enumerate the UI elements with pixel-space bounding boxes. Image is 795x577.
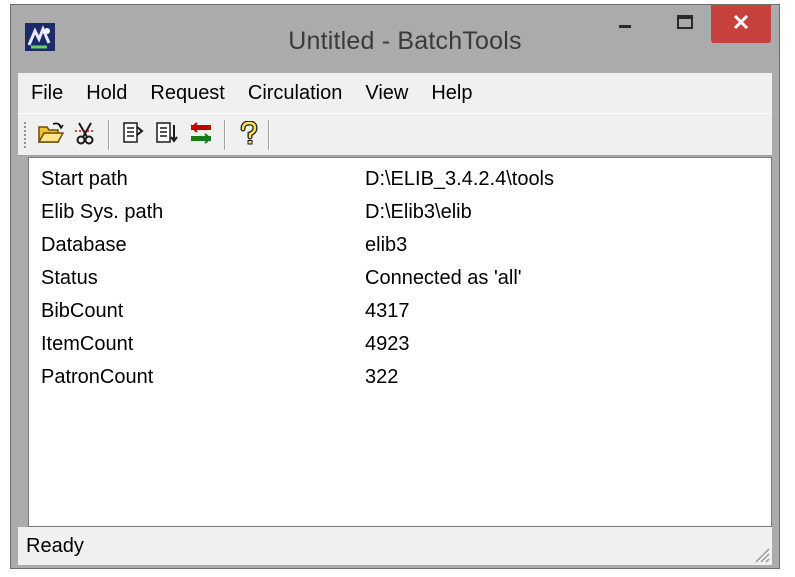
info-row-status: Status Connected as 'all' [29,267,771,299]
close-icon [732,13,750,36]
info-value: D:\Elib3\elib [365,201,472,223]
info-label: Start path [41,168,128,190]
info-value: 4317 [365,300,410,322]
info-value: 322 [365,366,399,388]
info-row-elib-sys-path: Elib Sys. path D:\Elib3\elib [29,201,771,233]
export-button[interactable] [152,120,182,150]
window-title-text: Untitled - BatchTools [288,27,522,55]
import-icon [121,121,145,150]
info-row-itemcount: ItemCount 4923 [29,333,771,365]
info-row-patroncount: PatronCount 322 [29,366,771,398]
import-button[interactable] [118,120,148,150]
title-bar[interactable]: Untitled - BatchTools [11,5,779,73]
info-label: PatronCount [41,366,154,388]
open-folder-icon [37,122,65,149]
info-label: Database [41,234,127,256]
toolbar [18,113,772,156]
toolbar-separator [268,120,270,150]
toolbar-grip[interactable] [23,121,27,149]
info-value: elib3 [365,234,408,256]
menu-bar: File Hold Request Circulation View Help [18,73,772,113]
help-icon [238,119,260,150]
info-label: BibCount [41,300,124,322]
info-row-bibcount: BibCount 4317 [29,300,771,332]
toolbar-separator [108,120,110,150]
export-icon [155,121,179,150]
resize-grip-icon[interactable] [750,543,770,563]
info-value: 4923 [365,333,410,355]
info-value: Connected as 'all' [365,267,522,289]
maximize-button[interactable] [657,5,713,43]
minimize-button[interactable] [597,5,653,43]
status-bar: Ready [18,527,772,565]
menu-file[interactable]: File [18,82,73,105]
close-button[interactable] [711,5,771,43]
transfer-button[interactable] [186,120,216,150]
info-value: D:\ELIB_3.4.2.4\tools [365,168,555,190]
open-button[interactable] [36,120,66,150]
maximize-icon [675,12,695,37]
app-window: Untitled - BatchTools File Hold Request … [10,4,780,569]
menu-view[interactable]: View [352,82,418,105]
menu-hold[interactable]: Hold [73,82,137,105]
info-row-database: Database elib3 [29,234,771,266]
info-panel: Start path D:\ELIB_3.4.2.4\tools Elib Sy… [28,157,772,527]
menu-request[interactable]: Request [137,82,235,105]
status-text: Ready [26,535,84,557]
help-button[interactable] [234,119,264,150]
transfer-arrows-icon [188,121,214,150]
minimize-icon [615,12,635,37]
toolbar-separator [224,120,226,150]
cut-button[interactable] [70,120,100,150]
info-row-start-path: Start path D:\ELIB_3.4.2.4\tools [29,168,771,200]
info-label: ItemCount [41,333,134,355]
menu-circulation[interactable]: Circulation [235,82,352,105]
cut-icon [73,121,97,150]
info-label: Elib Sys. path [41,201,164,223]
menu-help[interactable]: Help [418,82,482,105]
info-label: Status [41,267,98,289]
